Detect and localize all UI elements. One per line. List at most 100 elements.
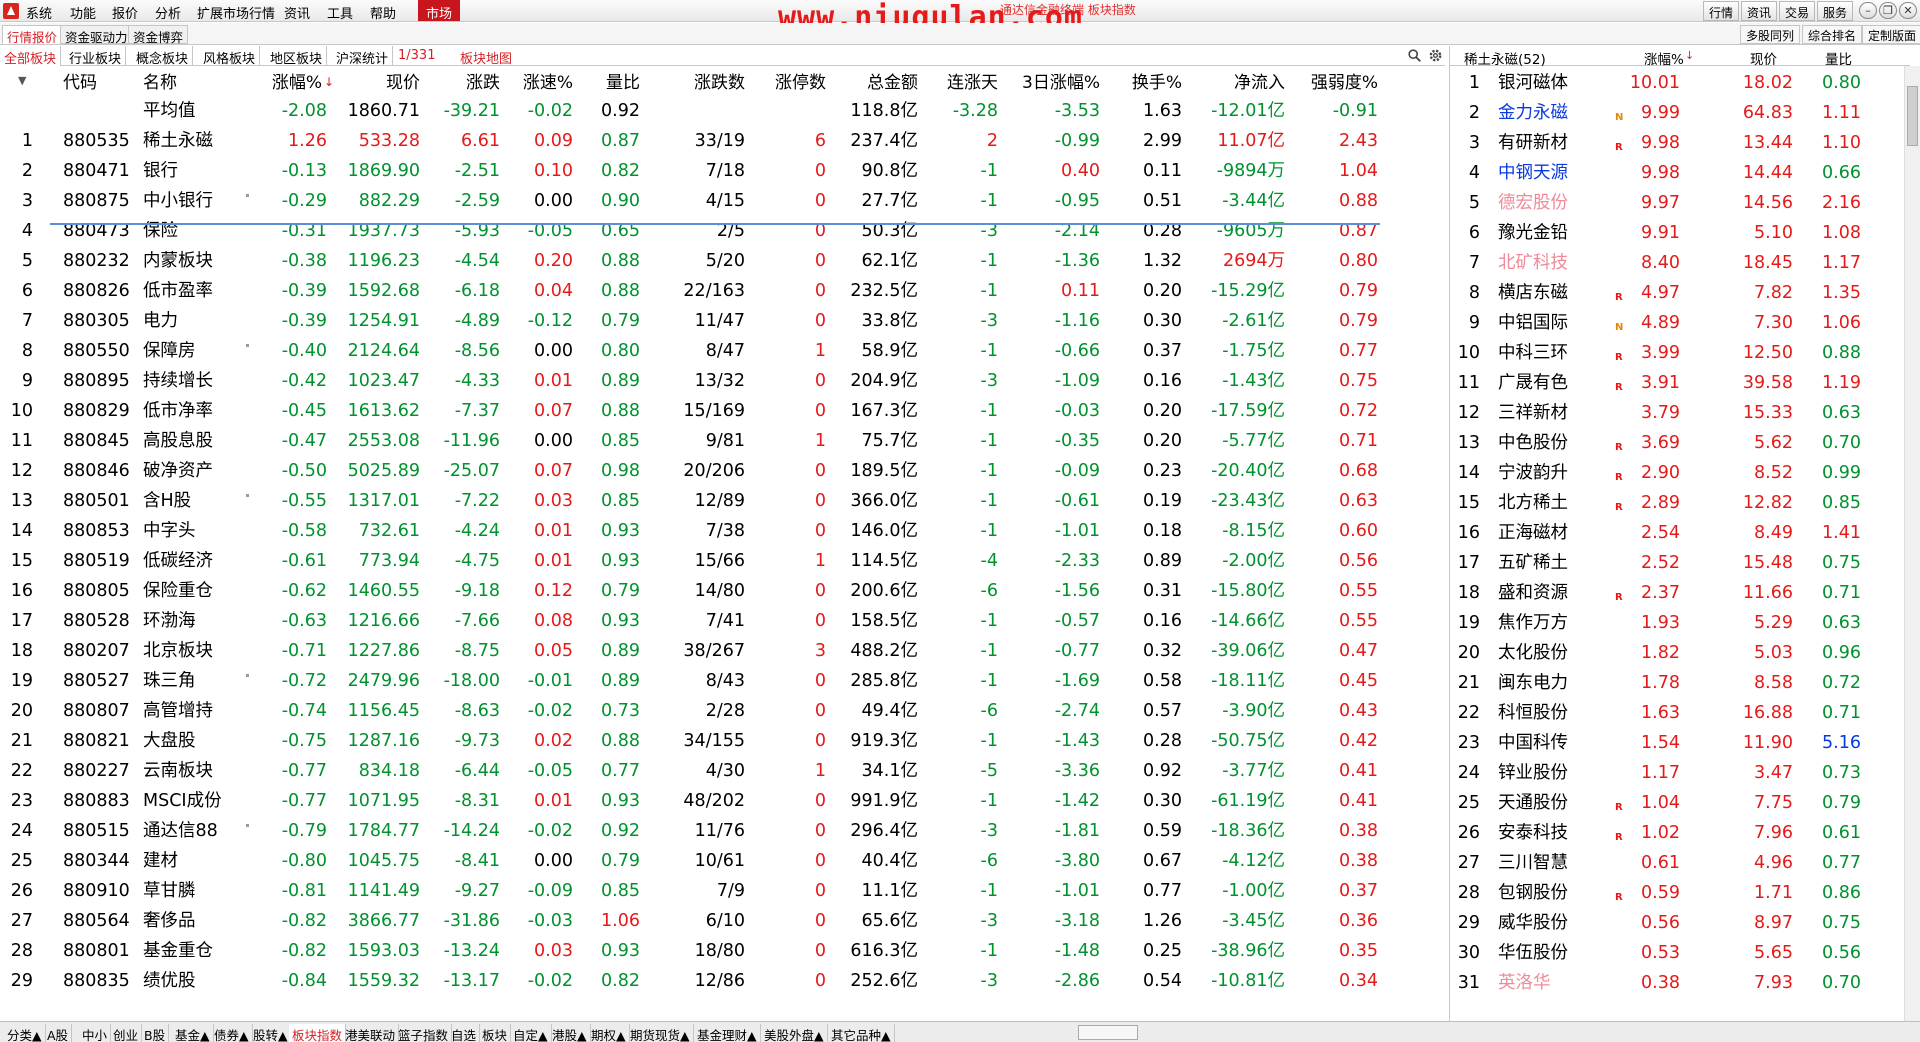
list-item[interactable]: 5 德宏股份 9.97 14.56 2.16: [1450, 188, 1905, 218]
list-item[interactable]: 28 包钢股份 R 0.59 1.71 0.86: [1450, 878, 1905, 908]
custom-layout-button[interactable]: 定制版面: [1862, 25, 1920, 44]
table-row[interactable]: 19 880527 珠三角 -0.72 2479.96 -18.00 -0.01 0.89 8/…: [0, 666, 1445, 696]
table-row[interactable]: 7 880305 电力 -0.39 1254.91 -4.89 -0.12 0.79 11/47…: [0, 306, 1445, 336]
list-item[interactable]: 19 焦作万方 1.93 5.29 0.63: [1450, 608, 1905, 638]
col-net-inflow[interactable]: 净流入: [1190, 72, 1285, 94]
table-row[interactable]: 15 880519 低碳经济 -0.61 773.94 -4.75 0.01 0.93 15/6…: [0, 546, 1445, 576]
tab-region-sectors[interactable]: 地区板块: [266, 46, 328, 67]
market-tab[interactable]: 板块: [479, 1024, 512, 1042]
market-tab[interactable]: 债券▲: [211, 1024, 253, 1042]
gear-icon[interactable]: [1428, 48, 1443, 63]
tab-capital-game[interactable]: 资金博弈: [128, 25, 189, 45]
market-tab[interactable]: 基金▲: [172, 1024, 214, 1042]
list-item[interactable]: 2 金力永磁 N 9.99 64.83 1.11: [1450, 98, 1905, 128]
list-item[interactable]: 9 中铝国际 N 4.89 7.30 1.06: [1450, 308, 1905, 338]
col-volume-ratio[interactable]: 量比: [580, 72, 640, 94]
market-tab[interactable]: 基金理财▲: [694, 1024, 761, 1042]
col-consecutive-days[interactable]: 连涨天: [920, 72, 998, 94]
menu-function[interactable]: 功能: [70, 3, 96, 22]
menu-tools[interactable]: 工具: [327, 3, 353, 22]
market-tab[interactable]: 期权▲: [588, 1024, 630, 1042]
table-row[interactable]: 9 880895 持续增长 -0.42 1023.47 -4.33 0.01 0.89 13/3…: [0, 366, 1445, 396]
list-item[interactable]: 15 北方稀土 R 2.89 12.82 0.85: [1450, 488, 1905, 518]
list-item[interactable]: 27 三川智慧 0.61 4.96 0.77: [1450, 848, 1905, 878]
table-row[interactable]: 12 880846 破净资产 -0.50 5025.89 -25.07 0.07 0.98 20…: [0, 456, 1445, 486]
list-item[interactable]: 26 安泰科技 R 1.02 7.96 0.61: [1450, 818, 1905, 848]
col-up-down-count[interactable]: 涨跌数: [650, 72, 745, 94]
list-item[interactable]: 20 太化股份 1.82 5.03 0.96: [1450, 638, 1905, 668]
table-row[interactable]: 23 880883 MSCI成份 -0.77 1071.95 -8.31 0.01 0.93 4…: [0, 786, 1445, 816]
list-item[interactable]: 31 英洛华 0.38 7.93 0.70: [1450, 968, 1905, 998]
list-item[interactable]: 18 盛和资源 R 2.37 11.66 0.71: [1450, 578, 1905, 608]
constituent-scrollbar[interactable]: [1904, 66, 1920, 1032]
list-item[interactable]: 16 正海磁材 2.54 8.49 1.41: [1450, 518, 1905, 548]
table-row[interactable]: 25 880344 建材 -0.80 1045.75 -8.41 0.00 0.79 10/61…: [0, 846, 1445, 876]
table-row[interactable]: 6 880826 低市盈率 -0.39 1592.68 -6.18 0.04 0.88 22/1…: [0, 276, 1445, 306]
col-speed[interactable]: 涨速%: [505, 72, 573, 94]
tab-shsz-stats[interactable]: 沪深统计: [332, 46, 394, 67]
col-strength[interactable]: 强弱度%: [1290, 72, 1378, 94]
list-item[interactable]: 21 闽东电力 1.78 8.58 0.72: [1450, 668, 1905, 698]
list-item[interactable]: 17 五矿稀土 2.52 15.48 0.75: [1450, 548, 1905, 578]
top-button-trade[interactable]: 交易: [1779, 1, 1816, 21]
table-row[interactable]: 14 880853 中字头 -0.58 732.61 -4.24 0.01 0.93 7/38 0…: [0, 516, 1445, 546]
market-tab[interactable]: 美股外盘▲: [761, 1024, 828, 1042]
scrollbar-thumb[interactable]: [1907, 86, 1918, 146]
col-name[interactable]: 名称: [143, 72, 177, 94]
col-code[interactable]: 代码: [63, 72, 97, 94]
col-change-pct[interactable]: 涨幅%: [262, 72, 322, 94]
table-row[interactable]: 27 880564 奢侈品 -0.82 3866.77 -31.86 -0.03 1.06 6/…: [0, 906, 1445, 936]
market-tab[interactable]: 中小: [79, 1024, 112, 1042]
list-item[interactable]: 7 北矿科技 8.40 18.45 1.17: [1450, 248, 1905, 278]
tab-concept-sectors[interactable]: 概念板块: [132, 46, 194, 67]
list-item[interactable]: 10 中科三环 R 3.99 12.50 0.88: [1450, 338, 1905, 368]
list-item[interactable]: 13 中色股份 R 3.69 5.62 0.70: [1450, 428, 1905, 458]
table-row[interactable]: 18 880207 北京板块 -0.71 1227.86 -8.75 0.05 0.89 38/…: [0, 636, 1445, 666]
market-tab[interactable]: 分类▲: [4, 1024, 46, 1042]
col-3day-change[interactable]: 3日涨幅%: [1000, 72, 1100, 94]
list-item[interactable]: 29 威华股份 0.56 8.97 0.75: [1450, 908, 1905, 938]
list-item[interactable]: 30 华伍股份 0.53 5.65 0.56: [1450, 938, 1905, 968]
list-item[interactable]: 25 天通股份 R 1.04 7.75 0.79: [1450, 788, 1905, 818]
list-item[interactable]: 8 横店东磁 R 4.97 7.82 1.35: [1450, 278, 1905, 308]
list-item[interactable]: 6 豫光金铅 9.91 5.10 1.08: [1450, 218, 1905, 248]
app-logo-icon[interactable]: [3, 3, 19, 19]
sector-map-link[interactable]: 板块地图: [460, 48, 512, 67]
market-tab[interactable]: 篮子指数: [395, 1024, 453, 1042]
market-tab[interactable]: 股转▲: [250, 1024, 292, 1042]
list-item[interactable]: 14 宁波韵升 R 2.90 8.52 0.99: [1450, 458, 1905, 488]
col-limit-up-count[interactable]: 涨停数: [750, 72, 826, 94]
tab-style-sectors[interactable]: 风格板块: [199, 46, 261, 67]
search-icon[interactable]: [1408, 49, 1421, 62]
top-button-news[interactable]: 资讯: [1741, 1, 1778, 21]
market-tab[interactable]: 港美联动: [342, 1024, 400, 1042]
col-change[interactable]: 涨跌: [430, 72, 500, 94]
table-row[interactable]: 28 880801 基金重仓 -0.82 1593.03 -13.24 0.03 0.93 18…: [0, 936, 1445, 966]
top-button-quote[interactable]: 行情: [1703, 1, 1740, 21]
menu-system[interactable]: 系统: [26, 3, 52, 22]
table-row[interactable]: 17 880528 环渤海 -0.63 1216.66 -7.66 0.08 0.93 7/41…: [0, 606, 1445, 636]
table-row[interactable]: 2 880471 银行 -0.13 1869.90 -2.51 0.10 0.82 7/18 0 9…: [0, 156, 1445, 186]
menu-analysis[interactable]: 分析: [155, 3, 181, 22]
tab-quotes[interactable]: 行情报价: [2, 25, 63, 45]
table-row[interactable]: 8 880550 保障房 -0.40 2124.64 -8.56 0.00 0.80 8/47 1…: [0, 336, 1445, 366]
list-item[interactable]: 23 中国科传 1.54 11.90 5.16: [1450, 728, 1905, 758]
menu-market[interactable]: 市场: [418, 0, 461, 22]
table-row[interactable]: 1 880535 稀土永磁 1.26 533.28 6.61 0.09 0.87 33/19 6 2…: [0, 126, 1445, 156]
table-row[interactable]: 10 880829 低市净率 -0.45 1613.62 -7.37 0.07 0.88 15/…: [0, 396, 1445, 426]
minimize-icon[interactable]: –: [1859, 2, 1877, 19]
tab-capital-drive[interactable]: 资金驱动力: [60, 25, 133, 45]
table-row[interactable]: 26 880910 草甘膦 -0.81 1141.49 -9.27 -0.09 0.85 7/9…: [0, 876, 1445, 906]
top-button-service[interactable]: 服务: [1817, 1, 1854, 21]
table-row[interactable]: 29 880835 绩优股 -0.84 1559.32 -13.17 -0.02 0.82 12…: [0, 966, 1445, 996]
table-row[interactable]: 4 880473 保险 -0.31 1937.73 -5.93 -0.05 0.65 2/5 0 5…: [0, 216, 1445, 246]
menu-quote[interactable]: 报价: [112, 3, 138, 22]
list-item[interactable]: 24 锌业股份 1.17 3.47 0.73: [1450, 758, 1905, 788]
constituent-col-change[interactable]: 涨幅%: [1644, 48, 1684, 68]
market-tab[interactable]: B股: [141, 1024, 170, 1042]
market-tab[interactable]: 创业: [110, 1024, 143, 1042]
menu-news[interactable]: 资讯: [284, 3, 310, 22]
list-item[interactable]: 22 科恒股份 1.63 16.88 0.71: [1450, 698, 1905, 728]
col-price[interactable]: 现价: [340, 72, 420, 94]
tab-industry-sectors[interactable]: 行业板块: [65, 46, 127, 67]
